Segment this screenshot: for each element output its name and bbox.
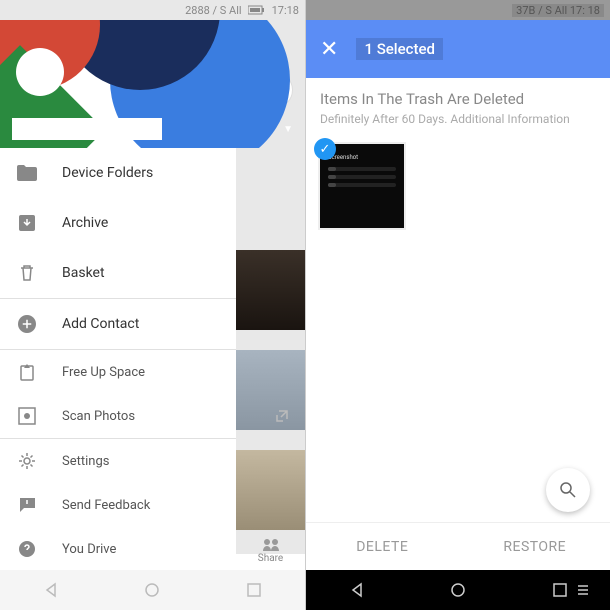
account-switcher[interactable]: ▼ bbox=[12, 118, 293, 140]
android-nav-bar bbox=[306, 570, 610, 610]
nav-back-button[interactable] bbox=[337, 570, 377, 610]
menu-add-contact[interactable]: Add Contact bbox=[0, 299, 305, 349]
share-icon bbox=[261, 537, 281, 551]
gear-icon bbox=[16, 450, 38, 472]
menu-label: Archive bbox=[62, 215, 108, 231]
menu-label: Scan Photos bbox=[62, 409, 135, 424]
trash-icon bbox=[16, 262, 38, 284]
account-name bbox=[12, 118, 162, 140]
menu-scan-photos[interactable]: Scan Photos bbox=[0, 394, 305, 438]
trash-action-bar: DELETE RESTORE bbox=[306, 522, 610, 570]
menu-label: Send Feedback bbox=[62, 498, 150, 513]
menu-label: Basket bbox=[62, 265, 105, 281]
bottom-tab-share[interactable]: Share bbox=[236, 531, 305, 570]
archive-icon bbox=[16, 212, 38, 234]
zoom-fab[interactable] bbox=[546, 468, 590, 512]
menu-settings[interactable]: Settings bbox=[0, 439, 305, 483]
scan-icon bbox=[16, 405, 38, 427]
trash-title: Items In The Trash Are Deleted bbox=[320, 90, 596, 108]
trash-item-thumb[interactable]: ✓ Screenshot bbox=[318, 142, 406, 230]
help-icon bbox=[16, 538, 38, 560]
right-phone: 37B / S All 17: 18 ✕ 1 Selected Items In… bbox=[305, 0, 610, 610]
menu-basket[interactable]: Basket bbox=[0, 248, 305, 298]
folder-icon bbox=[16, 162, 38, 184]
menu-label: You Drive bbox=[62, 542, 116, 557]
avatar[interactable] bbox=[16, 48, 64, 96]
feedback-icon bbox=[16, 494, 38, 516]
menu-label: Settings bbox=[62, 454, 109, 469]
status-time: 17:18 bbox=[272, 4, 299, 17]
free-space-icon bbox=[16, 361, 38, 383]
trash-subtitle: Definitely After 60 Days. Additional Inf… bbox=[320, 112, 596, 126]
selected-check-icon: ✓ bbox=[314, 138, 336, 160]
status-text: 2888 / S All bbox=[185, 4, 242, 17]
android-nav-bar bbox=[0, 570, 305, 610]
chevron-down-icon: ▼ bbox=[283, 124, 293, 135]
drawer-header: ▼ bbox=[0, 20, 305, 148]
menu-label: Device Folders bbox=[62, 165, 153, 181]
nav-back-button[interactable] bbox=[31, 570, 71, 610]
delete-button[interactable]: DELETE bbox=[306, 523, 459, 570]
menu-free-up-space[interactable]: Free Up Space bbox=[0, 350, 305, 394]
nav-recent-button[interactable] bbox=[234, 570, 274, 610]
add-contact-icon bbox=[16, 313, 38, 335]
menu-device-folders[interactable]: Device Folders bbox=[0, 148, 305, 198]
nav-extra-button[interactable] bbox=[563, 570, 603, 610]
magnify-icon bbox=[559, 481, 577, 499]
menu-archive[interactable]: Archive bbox=[0, 198, 305, 248]
selection-count: 1 Selected bbox=[356, 38, 443, 60]
menu-label: Free Up Space bbox=[62, 365, 145, 380]
navigation-drawer: Device Folders Archive Basket Add Contac… bbox=[0, 148, 305, 571]
tab-label: Share bbox=[258, 553, 283, 564]
restore-button[interactable]: RESTORE bbox=[459, 523, 610, 570]
close-icon[interactable]: ✕ bbox=[320, 37, 338, 62]
battery-icon bbox=[248, 5, 266, 15]
nav-home-button[interactable] bbox=[438, 570, 478, 610]
menu-label: Add Contact bbox=[62, 316, 139, 332]
menu-send-feedback[interactable]: Send Feedback bbox=[0, 483, 305, 527]
selection-header: ✕ 1 Selected bbox=[306, 20, 610, 78]
status-bar: 2888 / S All 17:18 bbox=[0, 0, 305, 20]
external-link-icon bbox=[275, 409, 289, 423]
status-text: 37B / S All 17: 18 bbox=[512, 4, 604, 17]
left-phone: 2888 / S All 17:18 ▼ Device Folders Arch… bbox=[0, 0, 305, 610]
nav-home-button[interactable] bbox=[132, 570, 172, 610]
status-bar: 37B / S All 17: 18 bbox=[306, 0, 610, 20]
trash-info-banner: Items In The Trash Are Deleted Definitel… bbox=[306, 78, 610, 134]
